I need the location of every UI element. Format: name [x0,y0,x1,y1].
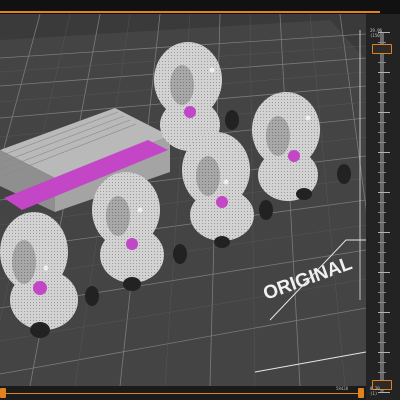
layer-ruler [378,32,392,393]
ruler-tick [378,112,390,113]
ruler-tick [378,162,386,163]
move-slider-value: 58428 [336,386,349,391]
move-slider-right-handle[interactable] [358,388,364,398]
ruler-tick [378,142,386,143]
ruler-tick [378,122,386,123]
ruler-tick [378,182,386,183]
bed-scene: ORIGINAL [0,14,366,386]
move-slider-left-handle[interactable] [0,388,6,398]
move-slider[interactable]: 58428 [0,386,366,400]
ruler-tick [378,212,386,213]
ruler-tick [378,362,386,363]
ruler-tick [378,322,386,323]
ruler-tick [378,62,386,63]
ruler-tick [378,342,386,343]
ruler-tick [378,372,386,373]
ruler-tick [378,302,386,303]
ruler-tick [378,192,390,193]
ruler-tick [378,232,390,233]
ruler-tick [378,252,386,253]
ruler-tick [378,312,390,313]
ruler-tick [378,272,390,273]
layer-top-handle[interactable] [372,44,392,54]
ruler-tick [378,282,386,283]
ruler-tick [378,102,386,103]
ruler-tick [378,92,386,93]
toolbar-accent-line [0,11,380,13]
ruler-tick [378,292,386,293]
ruler-tick [378,72,390,73]
layer-slider[interactable]: 29.96 (150) 0.20 (1) [366,14,400,400]
top-toolbar [0,0,400,14]
3d-viewport[interactable]: ORIGINAL [0,14,366,386]
ruler-tick [378,82,386,83]
ruler-tick [378,32,390,33]
ruler-tick [378,202,386,203]
layer-bottom-label: 0.20 (1) [370,386,380,396]
ruler-tick [378,242,386,243]
move-slider-track[interactable] [4,393,362,394]
ruler-tick [378,262,386,263]
ruler-tick [378,132,386,133]
ruler-tick [378,152,390,153]
ruler-tick [378,42,386,43]
ruler-tick [378,352,390,353]
ruler-tick [378,332,386,333]
ruler-tick [378,172,386,173]
ruler-tick [378,222,386,223]
